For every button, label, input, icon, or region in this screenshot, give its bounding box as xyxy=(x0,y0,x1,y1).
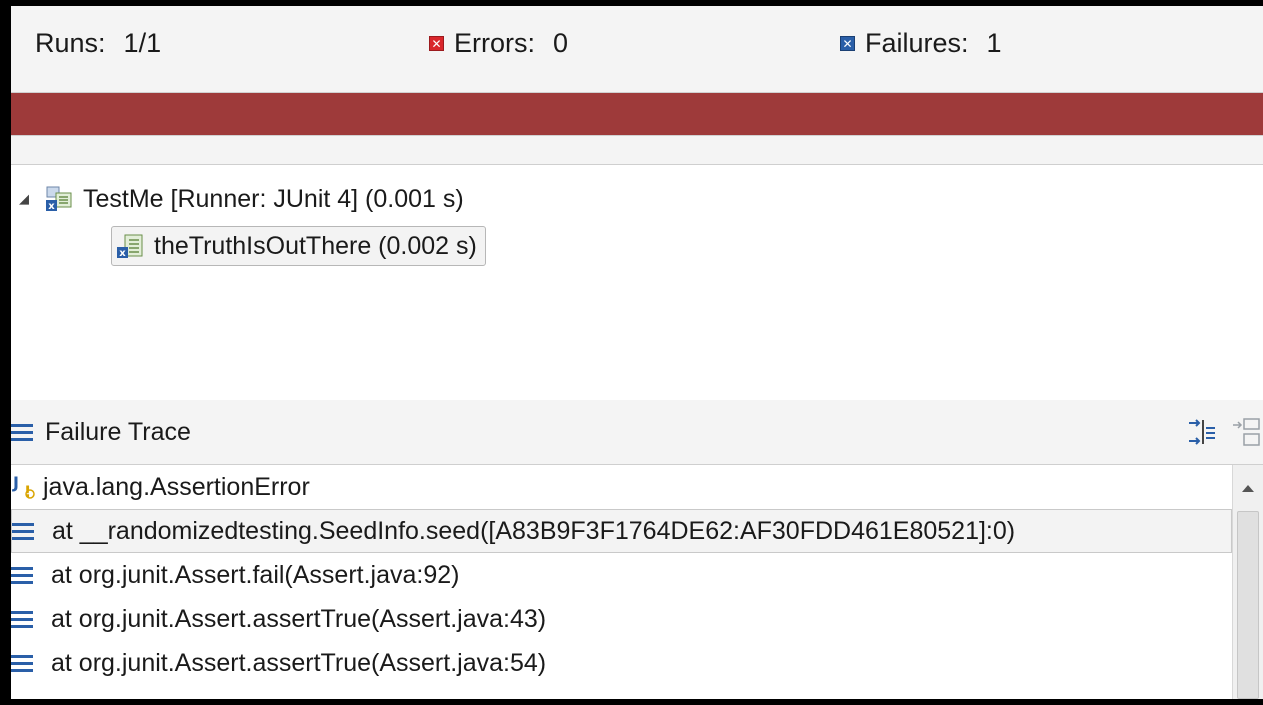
error-icon: ✕ xyxy=(429,36,444,51)
trace-scrollbar[interactable] xyxy=(1232,465,1263,699)
counters-panel: Runs: 1/1 ✕ Errors: 0 ✕ Failures: 1 xyxy=(11,6,1263,92)
scroll-thumb[interactable] xyxy=(1237,511,1259,699)
progress-spacer xyxy=(11,136,1263,165)
runs-label: Runs: xyxy=(35,28,106,58)
failure-trace-list: J ! java.lang.AssertionError at __random… xyxy=(11,465,1232,699)
test-suite-failure-icon: x xyxy=(45,185,73,213)
test-tree: ◢ x TestMe [Runner: JUnit 4] (0.001 s) x… xyxy=(11,165,1263,400)
trace-line[interactable]: at org.junit.Assert.fail(Assert.java:92) xyxy=(11,553,1232,597)
stack-frame-icon xyxy=(11,610,33,628)
test-progress-bar xyxy=(11,92,1263,136)
compare-results-icon[interactable] xyxy=(1229,416,1261,448)
failures-counter: ✕ Failures: 1 xyxy=(840,28,1002,59)
junit-view: Runs: 1/1 ✕ Errors: 0 ✕ Failures: 1 ◢ x … xyxy=(0,0,1263,705)
failure-icon: ✕ xyxy=(840,36,855,51)
java-exception-icon: J ! xyxy=(11,471,39,503)
progress-bar-fill xyxy=(11,93,1263,135)
runs-value: 1/1 xyxy=(123,28,162,58)
filter-stack-trace-icon[interactable] xyxy=(1185,416,1217,448)
tree-row-suite[interactable]: ◢ x TestMe [Runner: JUnit 4] (0.001 s) xyxy=(19,180,464,218)
svg-text:x: x xyxy=(48,201,55,212)
scroll-up-arrow-icon[interactable] xyxy=(1242,485,1254,492)
test-case-failure-icon: x xyxy=(116,232,144,260)
expand-twisty-icon[interactable]: ◢ xyxy=(19,191,33,207)
trace-line-text: at __randomizedtesting.SeedInfo.seed([A8… xyxy=(52,516,1016,545)
errors-label: Errors: xyxy=(454,28,535,58)
case-label: theTruthIsOutThere (0.002 s) xyxy=(154,231,477,260)
svg-text:J: J xyxy=(12,473,19,492)
errors-value: 0 xyxy=(553,28,569,58)
trace-line[interactable]: at __randomizedtesting.SeedInfo.seed([A8… xyxy=(11,509,1232,553)
failures-value: 1 xyxy=(986,28,1002,58)
trace-line[interactable]: at org.junit.Assert.assertTrue(Assert.ja… xyxy=(11,597,1232,641)
trace-line-text: at org.junit.Assert.assertTrue(Assert.ja… xyxy=(51,648,547,677)
tree-row-case[interactable]: x theTruthIsOutThere (0.002 s) xyxy=(111,226,486,266)
trace-line[interactable]: at org.junit.Assert.assertTrue(Assert.ja… xyxy=(11,641,1232,685)
trace-line[interactable]: J ! java.lang.AssertionError xyxy=(11,465,1232,509)
failure-trace-header: Failure Trace xyxy=(11,400,1263,465)
stack-frame-icon xyxy=(11,566,33,584)
suite-label: TestMe [Runner: JUnit 4] (0.001 s) xyxy=(83,184,464,213)
trace-line-text: at org.junit.Assert.assertTrue(Assert.ja… xyxy=(51,604,547,633)
stack-trace-icon xyxy=(11,423,33,441)
svg-text:x: x xyxy=(119,248,126,259)
errors-counter: ✕ Errors: 0 xyxy=(429,28,568,59)
selected-test-case[interactable]: x theTruthIsOutThere (0.002 s) xyxy=(111,226,486,266)
failures-label: Failures: xyxy=(865,28,969,58)
stack-frame-icon xyxy=(11,654,33,672)
trace-line-text: at org.junit.Assert.fail(Assert.java:92) xyxy=(51,560,460,589)
trace-line-text: java.lang.AssertionError xyxy=(43,472,310,501)
runs-counter: Runs: 1/1 xyxy=(35,28,161,59)
failure-trace-title: Failure Trace xyxy=(45,417,191,446)
stack-frame-icon xyxy=(12,522,34,540)
